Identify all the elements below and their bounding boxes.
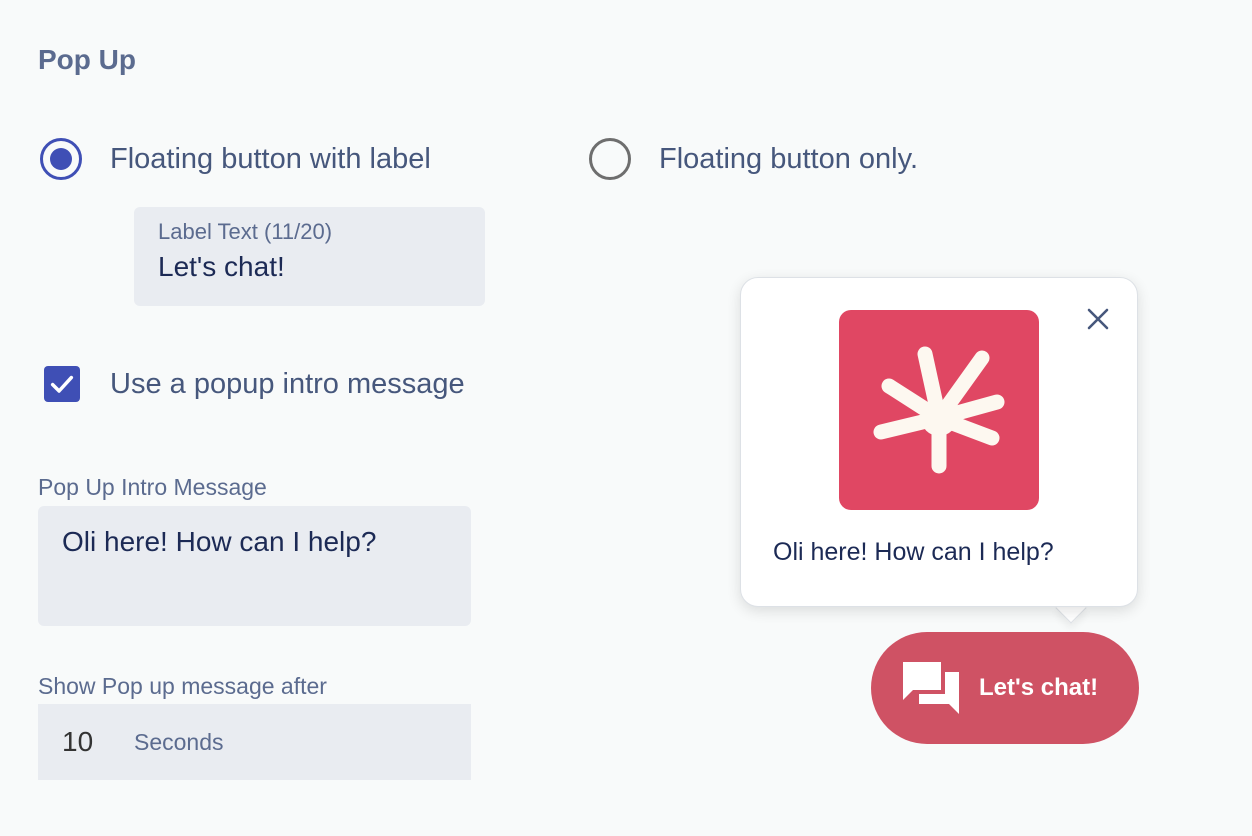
chat-bubbles-icon xyxy=(903,662,959,714)
radio-label: Floating button only. xyxy=(659,142,919,175)
intro-message-toggle[interactable]: Use a popup intro message xyxy=(44,366,465,402)
checkmark-icon xyxy=(50,375,74,393)
popup-preview: Oli here! How can I help? xyxy=(740,277,1138,607)
popup-close-button[interactable] xyxy=(1081,302,1115,336)
label-text-input[interactable] xyxy=(158,251,461,283)
radio-label: Floating button with label xyxy=(110,142,431,175)
radio-unselected[interactable] xyxy=(589,138,631,180)
radio-selected[interactable] xyxy=(40,138,82,180)
delay-caption: Show Pop up message after xyxy=(38,673,327,699)
checkbox-label: Use a popup intro message xyxy=(110,367,465,400)
delay-field[interactable]: Seconds xyxy=(38,704,471,780)
delay-unit: Seconds xyxy=(134,728,224,755)
floating-chat-button[interactable]: Let's chat! xyxy=(871,632,1139,744)
popup-settings-page: Pop Up Floating button with label Floati… xyxy=(0,0,1252,836)
label-text-field[interactable]: Label Text (11/20) xyxy=(134,207,485,306)
chat-button-label: Let's chat! xyxy=(979,674,1099,701)
popup-message: Oli here! How can I help? xyxy=(773,538,1054,566)
asterisk-logo-icon xyxy=(873,346,1005,474)
intro-message-textarea[interactable]: Oli here! How can I help? xyxy=(38,506,471,626)
label-text-caption: Label Text (11/20) xyxy=(158,219,333,244)
section-title: Pop Up xyxy=(38,44,136,75)
intro-message-caption: Pop Up Intro Message xyxy=(38,474,267,500)
radio-floating-only[interactable]: Floating button only. xyxy=(589,138,918,180)
brand-logo xyxy=(839,310,1039,510)
radio-floating-with-label[interactable]: Floating button with label xyxy=(40,138,431,180)
checkbox-checked[interactable] xyxy=(44,366,80,402)
delay-seconds-input[interactable] xyxy=(62,726,122,758)
close-icon xyxy=(1087,308,1109,330)
